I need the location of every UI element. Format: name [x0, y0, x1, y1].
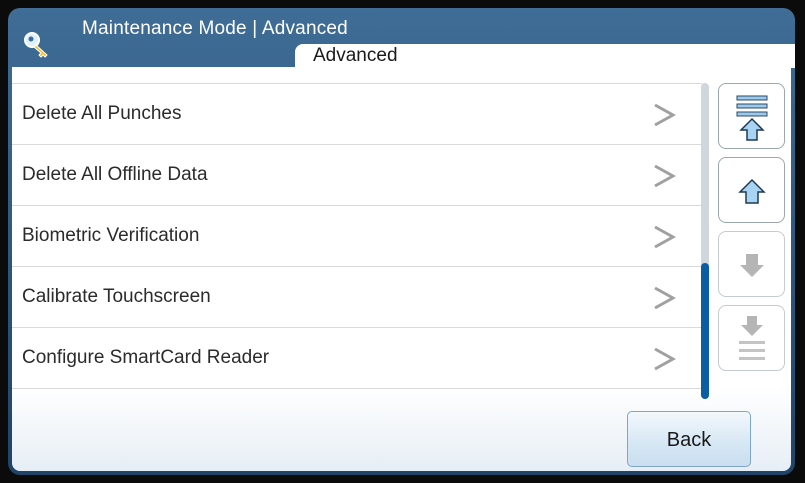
title-bar: Maintenance Mode | Advanced Advanced: [8, 8, 795, 68]
chevron-right-icon: [654, 347, 676, 371]
list-item-biometric-verification[interactable]: Biometric Verification: [12, 205, 702, 266]
scroll-to-top-icon: [736, 95, 768, 141]
scroll-to-bottom-button[interactable]: [718, 305, 785, 371]
scroll-down-button[interactable]: [718, 231, 785, 297]
list-item-label: Configure SmartCard Reader: [22, 347, 270, 368]
scroll-to-bottom-icon: [739, 316, 765, 360]
list-item-calibrate-touchscreen[interactable]: Calibrate Touchscreen: [12, 266, 702, 327]
chevron-right-icon: [654, 286, 676, 310]
arrow-down-icon: [740, 254, 764, 277]
scroll-up-button[interactable]: [718, 157, 785, 223]
list-item-label: Biometric Verification: [22, 225, 200, 246]
content-panel: Delete All Punches Delete All Offline Da…: [12, 67, 791, 471]
back-button[interactable]: Back: [627, 411, 751, 467]
chevron-right-icon: [654, 164, 676, 188]
list-item-label: Delete All Punches: [22, 103, 182, 124]
app-window: Maintenance Mode | Advanced Advanced Del…: [8, 8, 795, 475]
scroll-to-top-button[interactable]: [718, 83, 785, 149]
list-item-configure-smartcard-reader[interactable]: Configure SmartCard Reader: [12, 327, 702, 389]
arrow-up-icon: [738, 178, 766, 204]
back-button-label: Back: [666, 429, 712, 451]
key-icon: [24, 32, 48, 58]
scrollbar-track[interactable]: [701, 83, 709, 399]
tab-advanced: Advanced: [295, 44, 795, 68]
list-item-label: Calibrate Touchscreen: [22, 286, 211, 307]
chevron-right-icon: [654, 103, 676, 127]
chevron-right-icon: [654, 225, 676, 249]
list-item-label: Delete All Offline Data: [22, 164, 208, 185]
scrollbar-thumb[interactable]: [701, 263, 709, 399]
list-item-delete-all-offline-data[interactable]: Delete All Offline Data: [12, 144, 702, 205]
tab-label: Advanced: [313, 45, 398, 66]
page-title: Maintenance Mode | Advanced: [82, 18, 348, 39]
menu-list: Delete All Punches Delete All Offline Da…: [12, 83, 702, 389]
list-item-delete-all-punches[interactable]: Delete All Punches: [12, 83, 702, 144]
